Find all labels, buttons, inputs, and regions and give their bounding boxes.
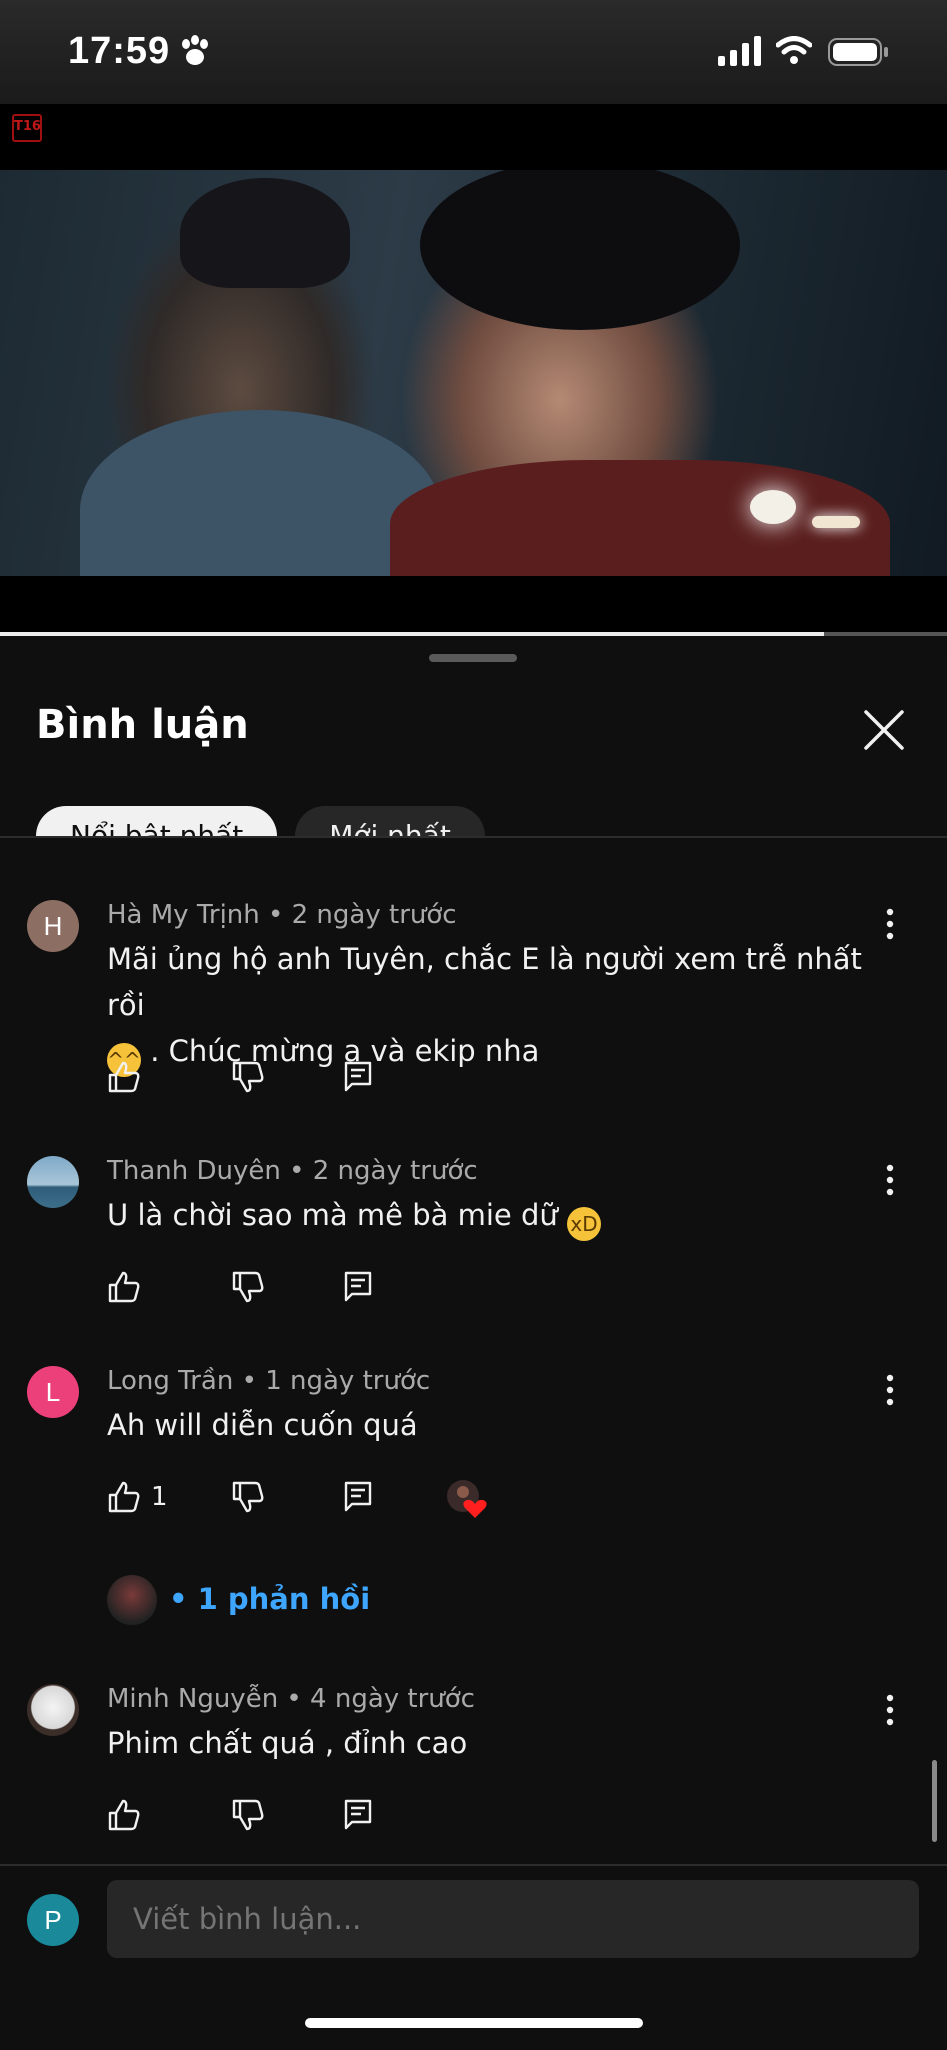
video-light (750, 490, 796, 524)
dislike-icon[interactable] (231, 1480, 265, 1514)
replies-count-label: • 1 phản hồi (169, 1582, 371, 1616)
like-icon[interactable] (107, 1060, 141, 1094)
reply-icon[interactable] (343, 1798, 373, 1832)
avatar[interactable]: H (27, 900, 79, 952)
avatar[interactable] (27, 1684, 79, 1736)
comment-text: Ah will diễn cuốn quá (107, 1408, 418, 1442)
like-icon[interactable] (107, 1270, 141, 1304)
sort-chips: Nổi bật nhất Mới nhất (36, 806, 936, 836)
like-icon[interactable] (107, 1798, 141, 1832)
sheet-drag-handle[interactable] (429, 654, 517, 662)
dislike-icon[interactable] (231, 1060, 265, 1094)
rolling-laughing-emoji-icon: xD (567, 1207, 601, 1241)
comment-input[interactable] (107, 1880, 919, 1958)
video-figure-cap (180, 178, 350, 288)
comment-meta: Thanh Duyên • 2 ngày trước (107, 1156, 478, 1186)
self-avatar: P (27, 1894, 79, 1946)
comment-text-content: U là chời sao mà mê bà mie dữ (107, 1198, 558, 1232)
avatar[interactable] (27, 1156, 79, 1208)
reply-icon[interactable] (343, 1270, 373, 1304)
video-progress-bar[interactable] (0, 632, 947, 636)
comment-text-line2: ^^ . Chúc mừng a và ekip nha (107, 1028, 897, 1077)
paw-icon (182, 35, 208, 65)
avatar[interactable]: L (27, 1366, 79, 1418)
video-light-bar (812, 516, 860, 528)
reply-avatar (107, 1575, 157, 1625)
comment-meta: Long Trần • 1 ngày trước (107, 1366, 431, 1396)
video-frame[interactable] (0, 170, 947, 576)
video-progress-fill (0, 632, 824, 636)
video-figure-left (80, 410, 440, 576)
creator-heart-icon (447, 1480, 487, 1518)
dislike-icon[interactable] (231, 1270, 265, 1304)
comments-sheet: Bình luận Nổi bật nhất Mới nhất (0, 638, 947, 2048)
comment-text-line1: Mãi ủng hộ anh Tuyên, chắc E là người xe… (107, 942, 862, 1022)
reply-icon[interactable] (343, 1480, 373, 1514)
video-figure-hair (420, 170, 740, 330)
sheet-title: Bình luận (36, 702, 249, 748)
comment-meta: Minh Nguyễn • 4 ngày trước (107, 1684, 475, 1714)
reply-icon[interactable] (343, 1060, 373, 1094)
scrollbar[interactable] (932, 1760, 937, 1842)
status-time: 17:59 (68, 30, 171, 72)
like-count: 1 (151, 1482, 168, 1512)
comment-text: U là chời sao mà mê bà mie dữ xD (107, 1192, 897, 1241)
wifi-icon (776, 36, 812, 64)
comment-text: Mãi ủng hộ anh Tuyên, chắc E là người xe… (107, 936, 897, 1077)
video-player[interactable]: T16 (0, 104, 947, 634)
dislike-icon[interactable] (231, 1798, 265, 1832)
status-bar: 17:59 (0, 0, 947, 104)
close-icon[interactable] (862, 708, 906, 752)
chip-newest[interactable]: Mới nhất (295, 806, 485, 836)
home-indicator[interactable] (305, 2018, 643, 2028)
comment-text: Phim chất quá , đỉnh cao (107, 1726, 468, 1760)
like-icon[interactable] (107, 1480, 141, 1514)
cellular-signal-icon (718, 36, 761, 66)
divider (0, 836, 947, 838)
battery-icon (828, 38, 888, 66)
comment-meta: Hà My Trịnh • 2 ngày trước (107, 900, 457, 930)
chip-top-comments[interactable]: Nổi bật nhất (36, 806, 278, 836)
age-rating-badge: T16 (12, 114, 42, 142)
